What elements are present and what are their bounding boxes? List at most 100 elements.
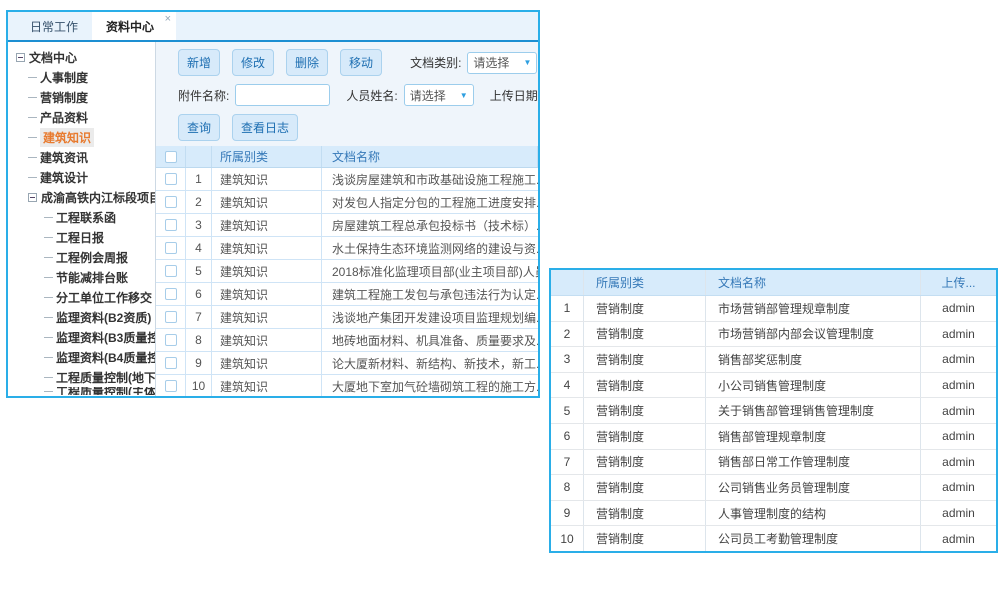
row-checkbox[interactable]	[165, 173, 177, 185]
tab-close-icon[interactable]: ×	[165, 13, 171, 25]
table-row[interactable]: 5 营销制度 关于销售部管理销售管理制度 admin	[551, 398, 996, 424]
tree-connector	[44, 277, 53, 278]
table-row[interactable]: 6 建筑知识 建筑工程施工发包与承包违法行为认定...	[156, 283, 538, 306]
row-checkbox[interactable]	[165, 311, 177, 323]
tree-item-clipped[interactable]: 工程质量控制(主体)	[8, 387, 155, 395]
document-table: 所属别类 文档名称 1 建筑知识 浅谈房屋建筑和市政基础设施工程施工... 2 …	[156, 146, 538, 398]
table-row[interactable]: 4 建筑知识 水土保持生态环境监测网络的建设与资...	[156, 237, 538, 260]
tree-item-project-contact-letter[interactable]: 工程联系函	[8, 207, 155, 227]
table-row[interactable]: 7 营销制度 销售部日常工作管理制度 admin	[551, 450, 996, 476]
tree-connector	[44, 377, 53, 378]
row-category: 营销制度	[584, 450, 706, 475]
person-name-select[interactable]: 请选择 ▼	[404, 84, 474, 106]
row-index: 7	[551, 450, 584, 475]
tree-item-building-design[interactable]: 建筑设计	[8, 167, 155, 187]
tree-item-project-weekly-report[interactable]: 工程例会周报	[8, 247, 155, 267]
collapse-icon[interactable]	[28, 193, 37, 202]
row-checkbox[interactable]	[165, 196, 177, 208]
tree-item-supervision-b2[interactable]: 监理资料(B2资质)	[8, 307, 155, 327]
table-row[interactable]: 3 营销制度 销售部奖惩制度 admin	[551, 347, 996, 373]
tree-item-supervision-b4[interactable]: 监理资料(B4质量控制)	[8, 347, 155, 367]
row-index: 3	[186, 214, 212, 236]
row-checkbox[interactable]	[165, 242, 177, 254]
add-button[interactable]: 新增	[178, 49, 220, 76]
table-row[interactable]: 8 营销制度 公司销售业务员管理制度 admin	[551, 475, 996, 501]
tab-data-center[interactable]: 资料中心 ×	[92, 12, 176, 40]
row-index: 2	[186, 191, 212, 213]
row-uploader: admin	[921, 296, 996, 321]
row-doc-name: 关于销售部管理销售管理制度	[706, 398, 921, 423]
tree-item-building-knowledge-selected[interactable]: 建筑知识	[8, 127, 155, 147]
table-row[interactable]: 10 建筑知识 大厦地下室加气砼墙砌筑工程的施工方...	[156, 375, 538, 398]
row-checkbox[interactable]	[165, 380, 177, 392]
tree-item-product-docs[interactable]: 产品资料	[8, 107, 155, 127]
row-doc-name: 小公司销售管理制度	[706, 373, 921, 398]
row-index: 5	[186, 260, 212, 282]
tree-item-energy-saving-ledger[interactable]: 节能减排台账	[8, 267, 155, 287]
row-doc-name: 水土保持生态环境监测网络的建设与资...	[322, 237, 538, 259]
attachment-name-input[interactable]	[235, 84, 330, 106]
tree-item-quality-control-basement[interactable]: 工程质量控制(地下室)	[8, 367, 155, 387]
row-index: 8	[186, 329, 212, 351]
row-category: 营销制度	[584, 373, 706, 398]
table-row[interactable]: 2 建筑知识 对发包人指定分包的工程施工进度安排...	[156, 191, 538, 214]
row-index: 10	[186, 375, 212, 397]
tree-item-project-daily-report[interactable]: 工程日报	[8, 227, 155, 247]
table-row[interactable]: 10 营销制度 公司员工考勤管理制度 admin	[551, 526, 996, 551]
row-checkbox[interactable]	[165, 357, 177, 369]
tree-item-supervision-b3[interactable]: 监理资料(B3质量控制)	[8, 327, 155, 347]
tree-item-hr-policy[interactable]: 人事制度	[8, 67, 155, 87]
table-row[interactable]: 1 营销制度 市场营销部管理规章制度 admin	[551, 296, 996, 322]
row-index: 4	[186, 237, 212, 259]
row-doc-name: 对发包人指定分包的工程施工进度安排...	[322, 191, 538, 213]
table-row[interactable]: 9 营销制度 人事管理制度的结构 admin	[551, 501, 996, 527]
person-name-value: 请选择	[410, 87, 446, 104]
tree-item-marketing-policy[interactable]: 营销制度	[8, 87, 155, 107]
collapse-icon[interactable]	[16, 53, 25, 62]
edit-button[interactable]: 修改	[232, 49, 274, 76]
row-checkbox[interactable]	[165, 334, 177, 346]
row-category: 建筑知识	[212, 283, 322, 305]
table-row[interactable]: 7 建筑知识 浅谈地产集团开发建设项目监理规划编...	[156, 306, 538, 329]
tree-item-document-center[interactable]: 文档中心	[8, 47, 155, 67]
select-all-checkbox[interactable]	[165, 151, 177, 163]
row-category: 营销制度	[584, 526, 706, 551]
table-row[interactable]: 5 建筑知识 2018标准化监理项目部(业主项目部)人员...	[156, 260, 538, 283]
row-checkbox[interactable]	[165, 219, 177, 231]
row-index: 5	[551, 398, 584, 423]
column-header-doc-name: 文档名称	[322, 146, 538, 167]
tab-daily-work[interactable]: 日常工作	[16, 12, 92, 40]
tree-connector	[28, 137, 37, 138]
move-button[interactable]: 移动	[340, 49, 382, 76]
table-row[interactable]: 2 营销制度 市场营销部内部会议管理制度 admin	[551, 322, 996, 348]
document-category-select[interactable]: 请选择 ▼	[467, 52, 537, 74]
tree-connector	[28, 117, 37, 118]
column-header-index	[551, 270, 584, 295]
column-header-doc-name: 文档名称	[706, 270, 921, 295]
row-index: 6	[551, 424, 584, 449]
filter-row: 附件名称: 人员姓名: 请选择 ▼ 上传日期	[178, 84, 538, 106]
window-body: 文档中心 人事制度 营销制度 产品资料 建筑知识 建筑资讯 建筑设计 成渝高铁内…	[8, 42, 538, 398]
table-row[interactable]: 3 建筑知识 房屋建筑工程总承包投标书（技术标）...	[156, 214, 538, 237]
row-checkbox[interactable]	[165, 265, 177, 277]
view-log-button[interactable]: 查看日志	[232, 114, 298, 141]
row-category: 营销制度	[584, 347, 706, 372]
tree-item-railway-project[interactable]: 成渝高铁内江标段项目	[8, 187, 155, 207]
delete-button[interactable]: 删除	[286, 49, 328, 76]
query-button[interactable]: 查询	[178, 114, 220, 141]
table-row[interactable]: 8 建筑知识 地砖地面材料、机具准备、质量要求及...	[156, 329, 538, 352]
row-index: 9	[551, 501, 584, 526]
row-uploader: admin	[921, 398, 996, 423]
tree-item-work-transfer[interactable]: 分工单位工作移交	[8, 287, 155, 307]
tree-item-building-news[interactable]: 建筑资讯	[8, 147, 155, 167]
row-index: 7	[186, 306, 212, 328]
table-header-row: 所属别类 文档名称 上传...	[551, 270, 996, 296]
tab-bar: 日常工作 资料中心 ×	[8, 12, 538, 42]
table-row[interactable]: 1 建筑知识 浅谈房屋建筑和市政基础设施工程施工...	[156, 168, 538, 191]
row-category: 建筑知识	[212, 375, 322, 397]
row-index: 3	[551, 347, 584, 372]
table-row[interactable]: 6 营销制度 销售部管理规章制度 admin	[551, 424, 996, 450]
table-row[interactable]: 4 营销制度 小公司销售管理制度 admin	[551, 373, 996, 399]
row-checkbox[interactable]	[165, 288, 177, 300]
table-row[interactable]: 9 建筑知识 论大厦新材料、新结构、新技术，新工...	[156, 352, 538, 375]
